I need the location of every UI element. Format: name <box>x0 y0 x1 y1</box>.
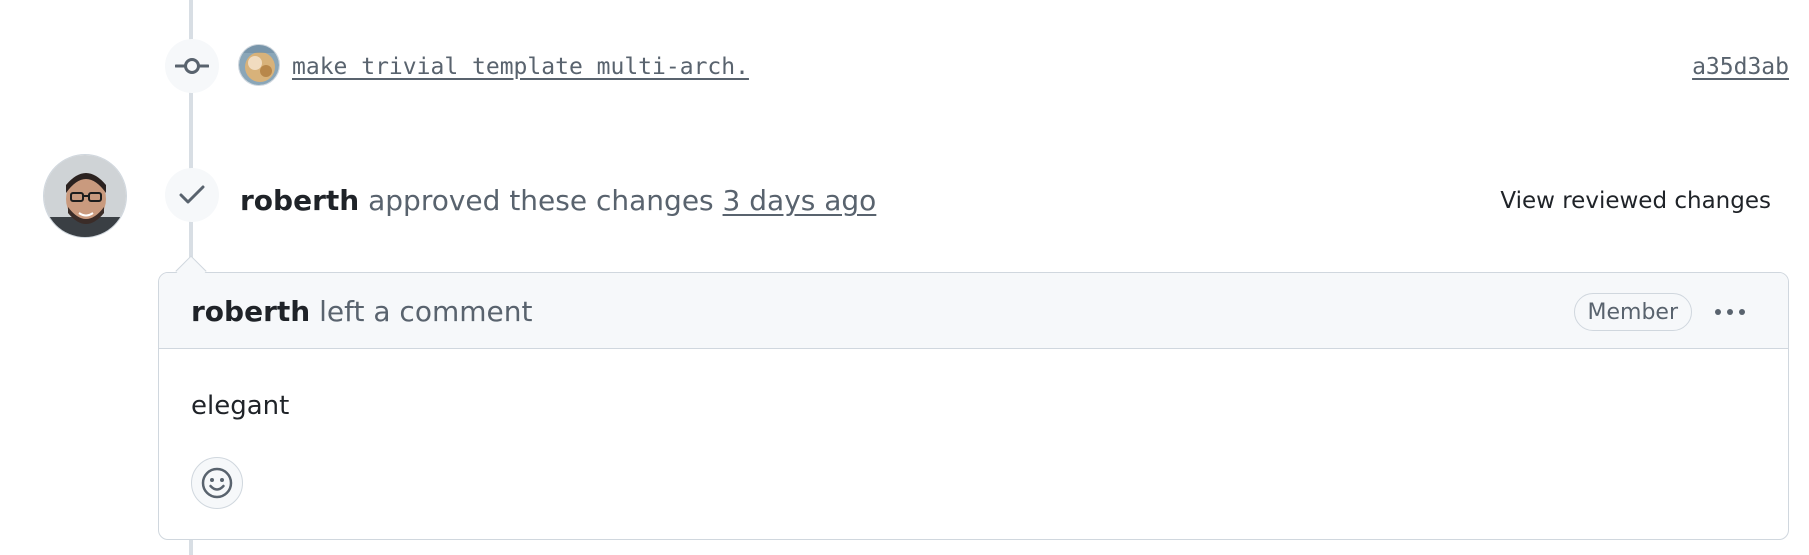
add-reaction-button[interactable] <box>191 457 243 509</box>
reviewer-avatar[interactable] <box>43 154 127 238</box>
commit-badge <box>165 39 219 93</box>
review-timestamp-link[interactable]: 3 days ago <box>723 184 877 217</box>
view-reviewed-changes-link[interactable]: View reviewed changes <box>1500 188 1771 214</box>
review-approved-badge <box>165 168 219 222</box>
git-commit-icon <box>175 58 209 74</box>
check-icon <box>179 185 205 204</box>
kebab-horizontal-icon <box>1715 309 1721 315</box>
member-role-badge: Member <box>1573 293 1692 331</box>
comment-header: roberth left a comment Member <box>159 273 1788 349</box>
review-comment-box: roberth left a comment Member elegant <box>158 272 1789 540</box>
comment-author-link[interactable]: roberth <box>191 295 310 328</box>
smiley-icon <box>201 467 233 499</box>
comment-action-text: left a comment <box>319 295 533 328</box>
commit-message-link[interactable]: make trivial template multi-arch. <box>292 54 749 80</box>
comment-options-button[interactable] <box>1708 297 1752 327</box>
review-author-link[interactable]: roberth <box>240 184 359 217</box>
comment-header-text: roberth left a comment <box>191 295 532 328</box>
review-action-text: approved these changes <box>368 184 714 217</box>
comment-body: elegant <box>191 391 290 421</box>
commit-sha-link[interactable]: a35d3ab <box>1692 54 1789 80</box>
commit-author-avatar[interactable] <box>238 44 280 86</box>
review-summary: roberth approved these changes 3 days ag… <box>240 184 876 217</box>
